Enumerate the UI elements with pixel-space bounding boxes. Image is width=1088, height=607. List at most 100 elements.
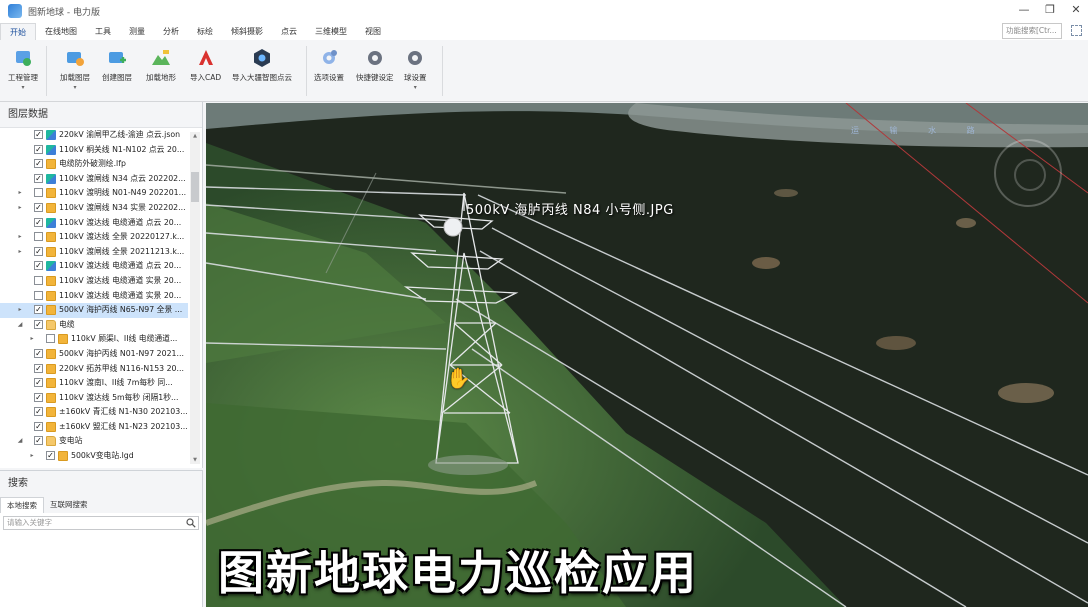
navigation-compass-icon[interactable] [994, 139, 1062, 207]
scroll-down-icon[interactable]: ▼ [190, 456, 200, 464]
layer-checkbox[interactable] [34, 188, 43, 198]
menu-tab[interactable]: 标绘 [188, 23, 222, 40]
layer-checkbox[interactable] [34, 275, 43, 285]
function-search-input[interactable]: 功能搜索[Ctr... [1002, 23, 1062, 39]
layer-tree-item[interactable]: ▸ 110kV 顾渠I、II线 电缆通道... [0, 332, 188, 347]
layer-tree-item[interactable]: ▸ ✓ 500kV变电站.lgd [0, 449, 188, 464]
layer-tree-item[interactable]: ✓ 110kV 渡南I、II线 7m每秒 同... [0, 376, 188, 391]
layer-checkbox[interactable] [34, 290, 43, 300]
menu-tab[interactable]: 分析 [154, 23, 188, 40]
layer-tree-item[interactable]: ✓ 220kV 拓苏甲线 N116-N153 20... [0, 362, 188, 377]
layer-tree-item[interactable]: ▸ ✓ 500kV 海护丙线 N65-N97 全景 ... [0, 303, 188, 318]
layer-tree-item[interactable]: ✓ 110kV 渡闸线 N34 点云 202202... [0, 172, 188, 187]
scroll-up-icon[interactable]: ▲ [190, 132, 200, 140]
layer-tree-item[interactable]: ✓ 110kV 桐关线 N1-N102 点云 20... [0, 143, 188, 158]
menu-tab[interactable]: 点云 [272, 23, 306, 40]
layer-tree-item[interactable]: ✓ 110kV 渡达线 电缆通道 点云 20... [0, 259, 188, 274]
layer-checkbox[interactable]: ✓ [34, 217, 43, 227]
globe-3d-viewport[interactable]: 运 输 水 路 500kV 海胪丙线 N84 小号侧.JPG ✋ 图新地球电力巡… [206, 103, 1088, 607]
expand-arrow-icon[interactable]: ▸ [16, 230, 24, 245]
layer-checkbox[interactable] [34, 232, 43, 242]
ribbon-button-hotkey[interactable]: 快捷键设定 [356, 48, 394, 83]
restore-button[interactable]: ❐ [1044, 3, 1056, 17]
ribbon-button-load-terrain[interactable]: 加载地形 [146, 48, 176, 83]
layer-checkbox[interactable]: ✓ [34, 319, 43, 329]
photo-marker-label[interactable]: 500kV 海胪丙线 N84 小号侧.JPG [466, 199, 674, 218]
expand-arrow-icon[interactable]: ▸ [16, 303, 24, 318]
layer-checkbox[interactable]: ✓ [34, 305, 43, 315]
layer-tree-item[interactable]: ▸ ✓ 110kV 渡闸线 全景 20211213.k... [0, 245, 188, 260]
search-icon[interactable] [186, 518, 196, 528]
model-cube-icon [46, 378, 56, 389]
tab-local-search[interactable]: 本地搜索 [0, 497, 44, 513]
layer-tree-item[interactable]: ◢ ✓ 电缆 [0, 318, 188, 333]
ribbon-button-options[interactable]: 选项设置 [314, 48, 344, 83]
layer-label: 110kV 渡闸线 全景 20211213.k... [59, 246, 185, 256]
layer-checkbox[interactable]: ✓ [34, 363, 43, 373]
ribbon-button-load-layer[interactable]: 加载图层 ▾ [60, 48, 90, 91]
layer-checkbox[interactable]: ✓ [46, 451, 55, 461]
tab-internet-search[interactable]: 互联网搜索 [44, 497, 94, 513]
layer-tree-item[interactable]: ✓ 500kV 海护丙线 N01-N97 2021... [0, 347, 188, 362]
expand-arrow-icon[interactable]: ▸ [28, 332, 36, 347]
layer-label: 110kV 桐关线 N1-N102 点云 20... [59, 144, 185, 154]
ribbon-button-project[interactable]: 工程管理 ▾ [8, 48, 38, 91]
layer-tree-item[interactable]: 110kV 渡达线 电缆通道 实景 20... [0, 289, 188, 304]
expand-arrow-icon[interactable]: ▸ [16, 186, 24, 201]
menu-tab[interactable]: 测量 [120, 23, 154, 40]
layer-tree-item[interactable]: 110kV 渡达线 电缆通道 实景 20... [0, 274, 188, 289]
expand-arrow-icon[interactable]: ▸ [16, 245, 24, 260]
menu-tab[interactable]: 在线地图 [36, 23, 86, 40]
layer-tree-scrollbar[interactable]: ▲ ▼ [190, 132, 200, 464]
layer-tree-item[interactable]: ▸ 110kV 渡达线 全景 20220127.k... [0, 230, 188, 245]
keyword-search-input[interactable]: 请输入关键字 [3, 516, 199, 530]
layer-checkbox[interactable]: ✓ [34, 202, 43, 212]
layer-tree-item[interactable]: ✓ ±160kV 青汇线 N1-N30 202103... [0, 405, 188, 420]
menu-tab[interactable]: 三维模型 [306, 23, 356, 40]
layer-tree-item[interactable]: ✓ 电缆防外破测绘.lfp [0, 157, 188, 172]
menu-tab[interactable]: 工具 [86, 23, 120, 40]
menu-tab[interactable]: 倾斜摄影 [222, 23, 272, 40]
menu-tab[interactable]: 开始 [0, 23, 36, 40]
fullscreen-icon[interactable] [1071, 25, 1082, 36]
layer-checkbox[interactable]: ✓ [34, 144, 43, 154]
scroll-thumb[interactable] [191, 172, 199, 202]
layer-tree-item[interactable]: ✓ ±160kV 盟汇线 N1-N23 202103... [0, 420, 188, 435]
chevron-down-icon[interactable]: ▾ [8, 85, 38, 91]
expand-arrow-icon[interactable]: ▸ [16, 201, 24, 216]
layer-tree-item[interactable]: ▸ 110kV 渡明线 N01-N49 202201... [0, 186, 188, 201]
chevron-down-icon[interactable]: ▾ [404, 85, 427, 91]
menu-tab[interactable]: 视图 [356, 23, 390, 40]
ribbon-button-label: 导入大疆智图点云 [232, 73, 292, 82]
ribbon-button-create-layer[interactable]: 创建图层 [102, 48, 132, 83]
layer-checkbox[interactable]: ✓ [34, 421, 43, 431]
layer-tree-item[interactable]: ▸ ✓ 110kV 渡闸线 N34 实景 202202... [0, 201, 188, 216]
hand-cursor-icon: ✋ [446, 366, 471, 390]
ribbon-button-dji-pointcloud[interactable]: 导入大疆智图点云 [232, 48, 292, 83]
layer-tree-item[interactable]: ✓ 110kV 渡达线 5m每秒 闭隔1秒... [0, 391, 188, 406]
layer-checkbox[interactable]: ✓ [34, 392, 43, 402]
layer-tree-item[interactable]: ◢ ✓ 变电站 [0, 434, 188, 449]
layer-tree-item[interactable]: ✓ 110kV 渡达线 电缆通道 点云 20... [0, 216, 188, 231]
chevron-down-icon[interactable]: ▾ [60, 85, 90, 91]
model-cube-icon [46, 305, 56, 316]
expand-arrow-icon[interactable]: ◢ [16, 434, 24, 449]
ribbon-button-cad[interactable]: 导入CAD [190, 48, 221, 83]
ribbon-button-globe-settings[interactable]: 球设置 ▾ [404, 48, 427, 91]
minimize-button[interactable]: — [1018, 3, 1030, 17]
video-caption: 图新地球电力巡检应用 [218, 546, 698, 600]
layer-tree-item[interactable]: ✓ 220kV 渝闸甲乙线-渝迪 点云.json [0, 128, 188, 143]
layer-checkbox[interactable]: ✓ [34, 348, 43, 358]
layer-checkbox[interactable]: ✓ [34, 407, 43, 417]
layer-checkbox[interactable]: ✓ [34, 246, 43, 256]
layer-checkbox[interactable] [46, 334, 55, 344]
layer-checkbox[interactable]: ✓ [34, 173, 43, 183]
close-button[interactable]: ✕ [1070, 3, 1082, 17]
layer-checkbox[interactable]: ✓ [34, 378, 43, 388]
layer-checkbox[interactable]: ✓ [34, 159, 43, 169]
layer-checkbox[interactable]: ✓ [34, 261, 43, 271]
layer-checkbox[interactable]: ✓ [34, 130, 43, 139]
expand-arrow-icon[interactable]: ▸ [28, 449, 36, 464]
expand-arrow-icon[interactable]: ◢ [16, 318, 24, 333]
layer-checkbox[interactable]: ✓ [34, 436, 43, 446]
